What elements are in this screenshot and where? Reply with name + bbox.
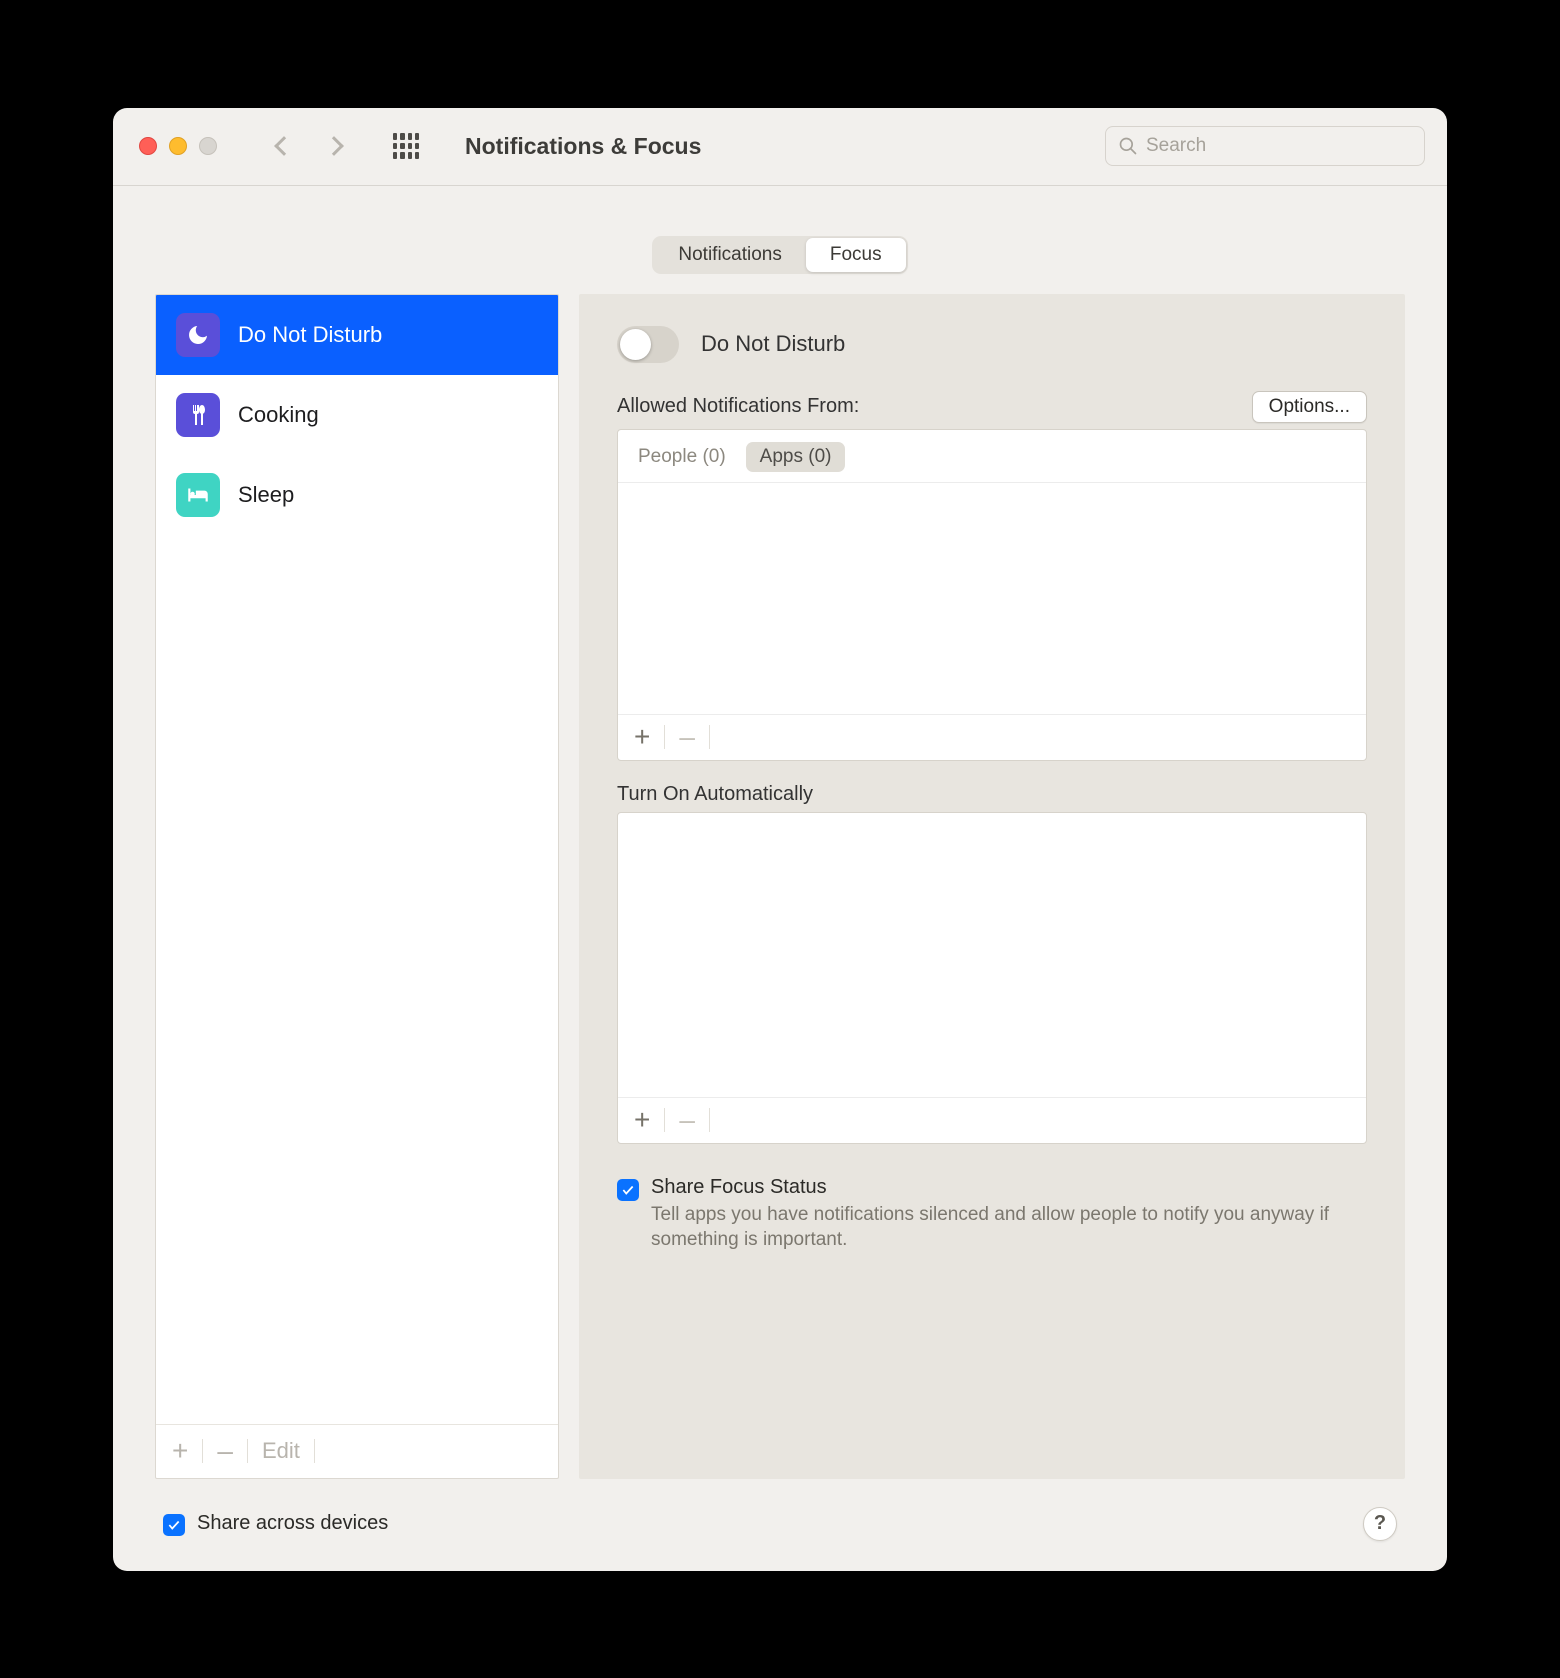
bed-icon [176, 473, 220, 517]
allowed-heading-row: Allowed Notifications From: Options... [617, 391, 1367, 423]
share-focus-row: Share Focus Status Tell apps you have no… [617, 1176, 1367, 1253]
window-title: Notifications & Focus [465, 133, 1093, 160]
share-focus-text: Share Focus Status Tell apps you have no… [651, 1176, 1367, 1253]
auto-heading-row: Turn On Automatically [617, 783, 1367, 806]
divider [247, 1439, 248, 1463]
remove-auto-button[interactable]: – [679, 1104, 695, 1136]
share-focus-checkbox[interactable] [617, 1179, 639, 1201]
allowed-list-footer: + – [618, 714, 1366, 760]
focus-list-footer: + – Edit [156, 1424, 558, 1478]
auto-section: Turn On Automatically + – [617, 783, 1367, 1144]
focus-item-sleep[interactable]: Sleep [156, 455, 558, 535]
search-icon [1118, 136, 1138, 156]
segmented-control: Notifications Focus [652, 236, 907, 274]
share-devices-checkbox[interactable] [163, 1514, 185, 1536]
options-button[interactable]: Options... [1252, 391, 1367, 423]
focus-item-label: Do Not Disturb [238, 322, 382, 348]
window-bottom: Share across devices ? [113, 1507, 1447, 1571]
add-auto-button[interactable]: + [634, 1104, 650, 1136]
allowed-section: Allowed Notifications From: Options... P… [617, 391, 1367, 761]
tab-notifications[interactable]: Notifications [654, 238, 806, 272]
dnd-toggle-label: Do Not Disturb [701, 331, 845, 357]
share-focus-title: Share Focus Status [651, 1176, 1367, 1199]
focus-item-dnd[interactable]: Do Not Disturb [156, 295, 558, 375]
allowed-listbox: People (0) Apps (0) + – [617, 429, 1367, 761]
traffic-lights [139, 137, 217, 155]
close-window-button[interactable] [139, 137, 157, 155]
focus-item-label: Sleep [238, 482, 294, 508]
minimize-window-button[interactable] [169, 137, 187, 155]
divider [709, 1108, 710, 1132]
auto-heading: Turn On Automatically [617, 783, 813, 806]
focus-item-cooking[interactable]: Cooking [156, 375, 558, 455]
allowed-list-body [618, 483, 1366, 714]
divider [664, 1108, 665, 1132]
help-button[interactable]: ? [1363, 1507, 1397, 1541]
dnd-toggle[interactable] [617, 326, 679, 363]
show-all-prefs-button[interactable] [393, 133, 419, 159]
preferences-window: Notifications & Focus Notifications Focu… [113, 108, 1447, 1571]
auto-list-body [618, 813, 1366, 1097]
add-allowed-button[interactable]: + [634, 721, 650, 753]
search-field[interactable] [1105, 126, 1425, 166]
search-input[interactable] [1146, 135, 1412, 157]
body: Do Not Disturb Cooking Sleep + – Edit [155, 294, 1405, 1479]
focus-item-label: Cooking [238, 402, 319, 428]
divider [664, 725, 665, 749]
segmented-control-wrap: Notifications Focus [113, 236, 1447, 274]
zoom-window-button[interactable] [199, 137, 217, 155]
add-focus-button[interactable]: + [172, 1437, 188, 1465]
divider [202, 1439, 203, 1463]
titlebar: Notifications & Focus [113, 108, 1447, 186]
tab-people[interactable]: People (0) [638, 446, 726, 468]
share-devices-label: Share across devices [197, 1512, 388, 1535]
back-button[interactable] [274, 136, 294, 156]
nav-arrows [277, 139, 341, 153]
share-devices-row: Share across devices [163, 1511, 388, 1536]
fork-knife-icon [176, 393, 220, 437]
divider [709, 725, 710, 749]
tab-focus[interactable]: Focus [806, 238, 906, 272]
edit-focus-button[interactable]: Edit [262, 1438, 300, 1464]
auto-listbox: + – [617, 812, 1367, 1144]
moon-icon [176, 313, 220, 357]
focus-detail-panel: Do Not Disturb Allowed Notifications Fro… [579, 294, 1405, 1479]
remove-focus-button[interactable]: – [217, 1437, 233, 1465]
focus-list: Do Not Disturb Cooking Sleep + – Edit [155, 294, 559, 1479]
tab-apps[interactable]: Apps (0) [746, 442, 846, 472]
forward-button[interactable] [324, 136, 344, 156]
share-focus-desc: Tell apps you have notifications silence… [651, 1202, 1367, 1253]
remove-allowed-button[interactable]: – [679, 721, 695, 753]
toggle-row: Do Not Disturb [617, 326, 1367, 363]
divider [314, 1439, 315, 1463]
allowed-heading: Allowed Notifications From: [617, 395, 859, 418]
auto-list-footer: + – [618, 1097, 1366, 1143]
allowed-tabs: People (0) Apps (0) [618, 430, 1366, 483]
